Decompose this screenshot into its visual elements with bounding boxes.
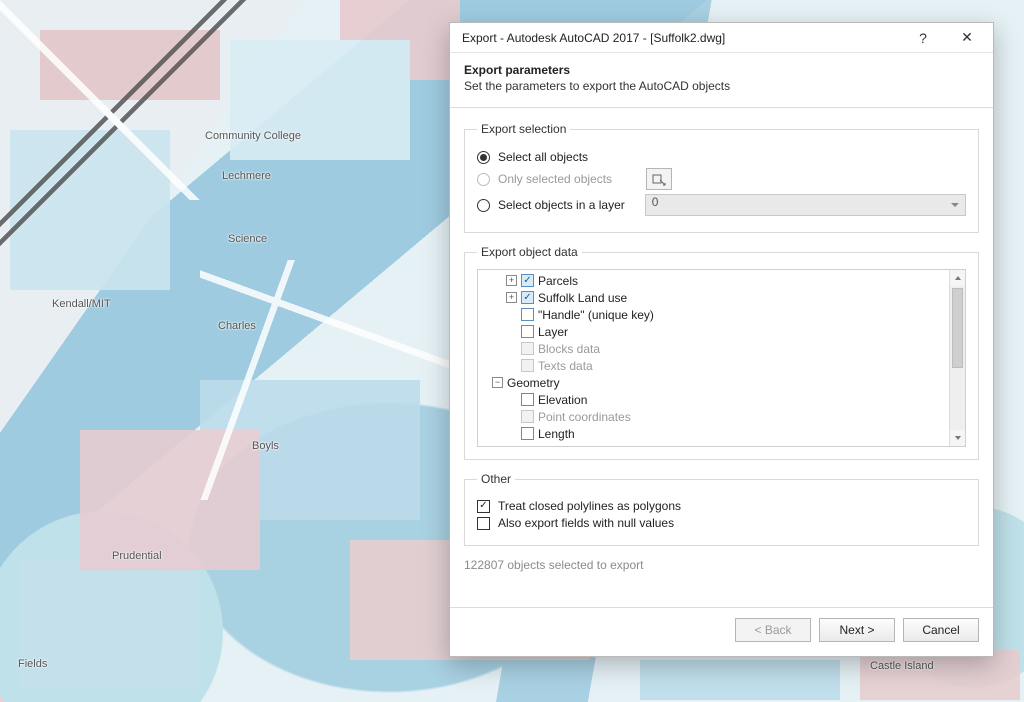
checkbox-polylines-label: Treat closed polylines as polygons [498,499,681,513]
export-selection-legend: Export selection [477,122,570,136]
dialog-header: Export parameters Set the parameters to … [450,53,993,108]
checkbox-landuse[interactable] [521,291,534,304]
scroll-thumb[interactable] [952,288,963,368]
checkbox-layer[interactable] [521,325,534,338]
help-button[interactable]: ? [901,24,945,52]
close-button[interactable]: ✕ [945,24,989,52]
checkbox-pointcoords [521,410,534,423]
other-group: Other Treat closed polylines as polygons… [464,472,979,546]
tree-item-label: Texts data [538,359,593,373]
export-dialog: Export - Autodesk AutoCAD 2017 - [Suffol… [449,22,994,657]
checkbox-texts [521,359,534,372]
radio-select-all-label: Select all objects [498,150,588,164]
checkbox-elevation[interactable] [521,393,534,406]
tree-item-label: Parcels [538,274,578,288]
layer-dropdown[interactable]: 0 [645,194,966,216]
checkbox-polylines[interactable] [477,500,490,513]
close-icon: ✕ [961,29,973,46]
checkbox-nulls-label: Also export fields with null values [498,516,674,530]
radio-select-layer-label: Select objects in a layer [498,198,625,212]
scroll-up-icon[interactable] [950,270,965,286]
checkbox-blocks [521,342,534,355]
dialog-footer: < Back Next > Cancel [450,607,993,656]
radio-only-selected [477,173,490,186]
next-button[interactable]: Next > [819,618,895,642]
pick-objects-button[interactable] [646,168,672,190]
checkbox-nulls[interactable] [477,517,490,530]
radio-select-layer[interactable] [477,199,490,212]
status-text: 122807 objects selected to export [464,558,979,572]
scroll-down-icon[interactable] [950,430,965,446]
header-title: Export parameters [464,63,979,77]
object-data-tree[interactable]: + Parcels + Suffolk Land use "Handle" (uni… [478,270,949,446]
tree-scrollbar[interactable] [949,270,965,446]
expand-icon[interactable]: + [506,292,517,303]
tree-item-label: Length [538,427,575,441]
tree-item-label: Point coordinates [538,410,631,424]
cancel-button[interactable]: Cancel [903,618,979,642]
layer-dropdown-value: 0 [652,195,659,209]
tree-item-label: Blocks data [538,342,600,356]
radio-only-selected-label: Only selected objects [498,172,612,186]
checkbox-handle[interactable] [521,308,534,321]
export-object-data-group: Export object data + Parcels + Suffolk Lan… [464,245,979,460]
tree-item-label: Layer [538,325,568,339]
tree-item-label: Geometry [507,376,560,390]
other-legend: Other [477,472,515,486]
radio-select-all[interactable] [477,151,490,164]
back-button: < Back [735,618,811,642]
pick-icon [652,172,666,186]
expand-icon[interactable]: + [506,275,517,286]
export-selection-group: Export selection Select all objects Only… [464,122,979,233]
tree-item-label: Suffolk Land use [538,291,627,305]
window-title: Export - Autodesk AutoCAD 2017 - [Suffol… [462,31,901,45]
titlebar: Export - Autodesk AutoCAD 2017 - [Suffol… [450,23,993,53]
help-icon: ? [919,30,927,46]
checkbox-length[interactable] [521,427,534,440]
tree-item-label: Elevation [538,393,587,407]
checkbox-parcels[interactable] [521,274,534,287]
header-subtitle: Set the parameters to export the AutoCAD… [464,79,979,93]
export-object-data-legend: Export object data [477,245,582,259]
tree-item-label: "Handle" (unique key) [538,308,654,322]
collapse-icon[interactable]: − [492,377,503,388]
